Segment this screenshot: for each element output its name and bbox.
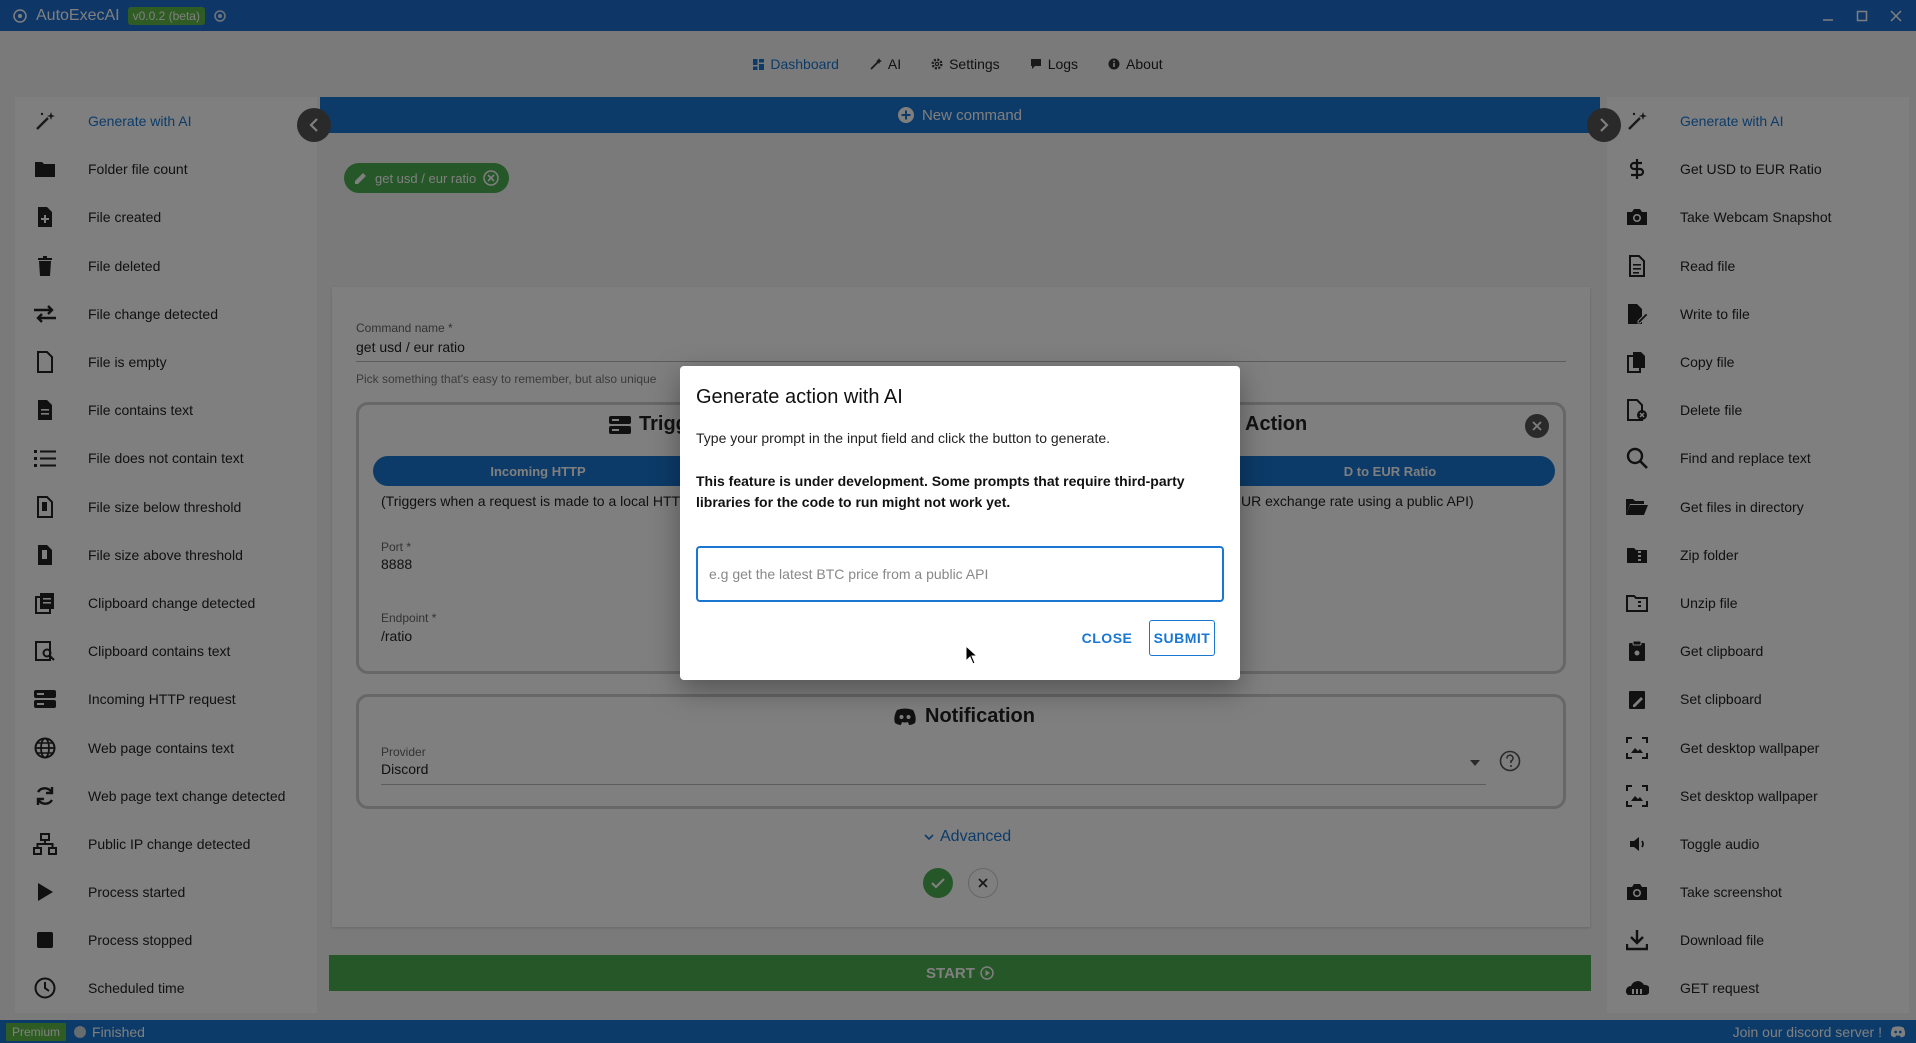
generate-action-dialog: Generate action with AI Type your prompt… — [680, 366, 1240, 680]
dialog-instructions: Type your prompt in the input field and … — [696, 430, 1111, 446]
dialog-warning: This feature is under development. Some … — [696, 473, 1185, 510]
close-button[interactable]: CLOSE — [1082, 620, 1132, 656]
prompt-input[interactable] — [696, 546, 1224, 602]
dialog-title: Generate action with AI — [696, 386, 903, 408]
mouse-cursor-icon — [965, 645, 979, 665]
submit-button[interactable]: SUBMIT — [1149, 620, 1215, 656]
